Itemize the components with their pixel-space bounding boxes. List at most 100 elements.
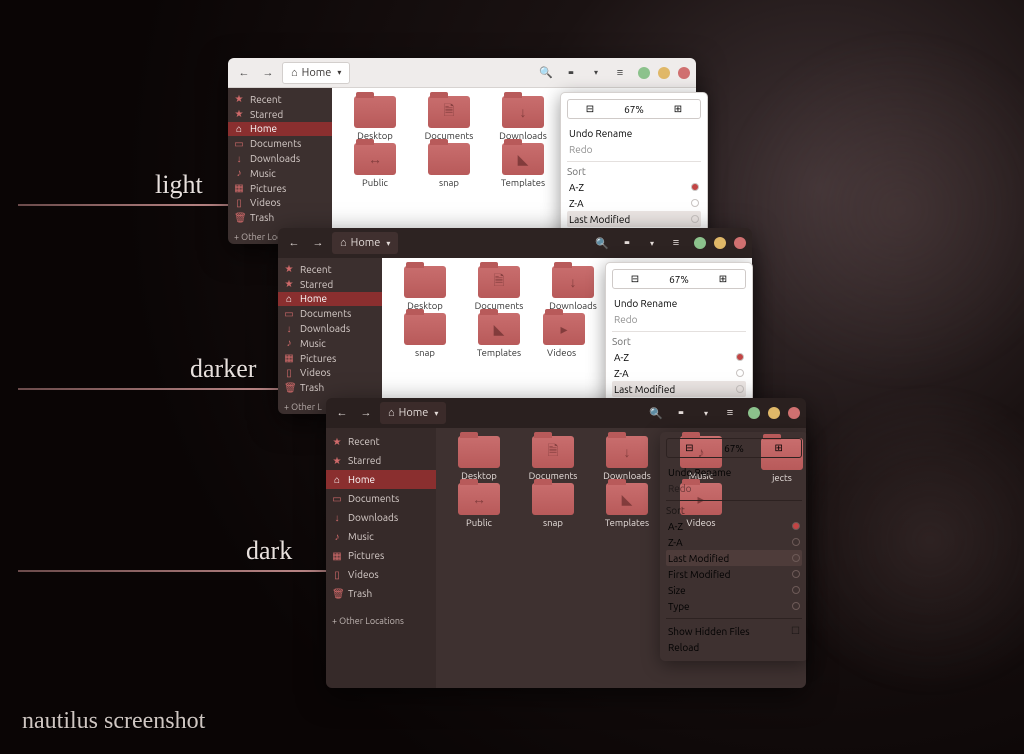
menu-undo-rename[interactable]: Undo Rename	[666, 464, 802, 480]
back-button[interactable]: ←	[284, 233, 304, 253]
sidebar-item-documents[interactable]: ▭Documents	[228, 136, 332, 151]
sidebar-item-downloads[interactable]: ↓Downloads	[326, 508, 436, 527]
hamburger-menu[interactable]: ≡	[610, 63, 630, 83]
sidebar-other-locations[interactable]: + Other Locations	[326, 611, 436, 630]
sidebar-item-recent[interactable]: ★Recent	[326, 432, 436, 451]
menu-undo-rename[interactable]: Undo Rename	[567, 125, 701, 141]
sort-za[interactable]: Z-A	[567, 195, 701, 211]
window-control-close[interactable]	[734, 237, 746, 249]
sort-size[interactable]: Size	[666, 582, 802, 598]
path-home-chip[interactable]: ⌂ Home ▾	[282, 62, 350, 84]
sort-last-modified[interactable]: Last Modified	[567, 211, 701, 227]
forward-button[interactable]: →	[308, 233, 328, 253]
zoom-in-button[interactable]: ⊞	[756, 442, 801, 454]
folder-downloads[interactable]: ↓Downloads	[540, 266, 606, 311]
back-button[interactable]: ←	[332, 403, 352, 423]
sidebar-item-pictures[interactable]: ▦Pictures	[326, 546, 436, 565]
zoom-in-button[interactable]: ⊞	[656, 103, 700, 115]
view-dropdown[interactable]: ▾	[696, 403, 716, 423]
sidebar-item-recent[interactable]: ★Recent	[278, 262, 382, 277]
sidebar-item-videos[interactable]: ▯Videos	[278, 366, 382, 381]
sort-az[interactable]: A-Z	[666, 518, 802, 534]
sidebar-item-starred[interactable]: ★Starred	[326, 451, 436, 470]
sidebar-item-trash[interactable]: 🗑Trash	[278, 380, 382, 395]
zoom-in-button[interactable]: ⊞	[701, 273, 745, 285]
menu-reload[interactable]: Reload	[666, 639, 802, 655]
folder-desktop[interactable]: Desktop	[446, 436, 512, 481]
menu-redo[interactable]: Redo	[666, 480, 802, 496]
sidebar-item-music[interactable]: ♪Music	[278, 336, 382, 351]
folder-desktop[interactable]: Desktop	[342, 96, 408, 141]
folder-desktop[interactable]: Desktop	[392, 266, 458, 311]
sidebar-item-home[interactable]: ⌂Home	[228, 122, 332, 137]
window-control-max[interactable]	[714, 237, 726, 249]
window-control-min[interactable]	[638, 67, 650, 79]
forward-button[interactable]: →	[356, 403, 376, 423]
window-control-min[interactable]	[694, 237, 706, 249]
sidebar-item-trash[interactable]: 🗑Trash	[228, 210, 332, 225]
window-control-min[interactable]	[748, 407, 760, 419]
menu-show-hidden[interactable]: Show Hidden Files☐	[666, 623, 802, 639]
hamburger-menu[interactable]: ≡	[666, 233, 686, 253]
sort-az[interactable]: A-Z	[612, 349, 746, 365]
folder-templates[interactable]: ◣Templates	[490, 143, 556, 188]
path-home-chip[interactable]: ⌂ Home ▾	[332, 232, 398, 254]
view-dropdown[interactable]: ▾	[586, 63, 606, 83]
sidebar-item-documents[interactable]: ▭Documents	[326, 489, 436, 508]
hamburger-menu[interactable]: ≡	[720, 403, 740, 423]
zoom-out-button[interactable]: ⊟	[667, 442, 712, 454]
menu-redo[interactable]: Redo	[612, 311, 746, 327]
sidebar-item-music[interactable]: ♪Music	[326, 527, 436, 546]
window-control-max[interactable]	[768, 407, 780, 419]
sort-last-modified[interactable]: Last Modified	[612, 381, 746, 397]
folder-documents[interactable]: 🗎Documents	[466, 266, 532, 311]
sidebar-item-home[interactable]: ⌂Home	[278, 292, 382, 307]
sidebar-item-music[interactable]: ♪Music	[228, 166, 332, 181]
window-control-max[interactable]	[658, 67, 670, 79]
sort-za[interactable]: Z-A	[666, 534, 802, 550]
folder-videos[interactable]: ▸Videos	[540, 313, 588, 358]
menu-redo[interactable]: Redo	[567, 141, 701, 157]
window-control-close[interactable]	[678, 67, 690, 79]
forward-button[interactable]: →	[258, 63, 278, 83]
folder-templates[interactable]: ◣Templates	[594, 483, 660, 528]
sidebar-item-pictures[interactable]: ▦Pictures	[228, 181, 332, 196]
sidebar-item-documents[interactable]: ▭Documents	[278, 306, 382, 321]
sidebar-item-home[interactable]: ⌂Home	[326, 470, 436, 489]
sort-first-modified[interactable]: First Modified	[666, 566, 802, 582]
folder-downloads[interactable]: ↓Downloads	[594, 436, 660, 481]
view-grid-button[interactable]: ▪▪	[670, 403, 690, 423]
folder-snap[interactable]: snap	[392, 313, 458, 358]
sort-last-modified[interactable]: Last Modified	[666, 550, 802, 566]
menu-undo-rename[interactable]: Undo Rename	[612, 295, 746, 311]
folder-documents[interactable]: 🗎Documents	[416, 96, 482, 141]
zoom-out-button[interactable]: ⊟	[568, 103, 612, 115]
search-button[interactable]: 🔍	[536, 63, 556, 83]
path-home-chip[interactable]: ⌂ Home ▾	[380, 402, 446, 424]
sidebar-item-videos[interactable]: ▯Videos	[228, 196, 332, 211]
search-button[interactable]: 🔍	[592, 233, 612, 253]
folder-snap[interactable]: snap	[520, 483, 586, 528]
sort-type[interactable]: Type	[666, 598, 802, 614]
sort-az[interactable]: A-Z	[567, 179, 701, 195]
sidebar-item-downloads[interactable]: ↓Downloads	[228, 151, 332, 166]
sidebar-item-trash[interactable]: 🗑Trash	[326, 584, 436, 603]
sidebar-item-starred[interactable]: ★Starred	[228, 107, 332, 122]
sort-za[interactable]: Z-A	[612, 365, 746, 381]
sidebar-item-videos[interactable]: ▯Videos	[326, 565, 436, 584]
folder-downloads[interactable]: ↓Downloads	[490, 96, 556, 141]
zoom-out-button[interactable]: ⊟	[613, 273, 657, 285]
sidebar-item-starred[interactable]: ★Starred	[278, 277, 382, 292]
folder-templates[interactable]: ◣Templates	[466, 313, 532, 358]
back-button[interactable]: ←	[234, 63, 254, 83]
sidebar-item-recent[interactable]: ★Recent	[228, 92, 332, 107]
sidebar-item-pictures[interactable]: ▦Pictures	[278, 351, 382, 366]
folder-public[interactable]: ↔Public	[342, 143, 408, 188]
sidebar-item-downloads[interactable]: ↓Downloads	[278, 321, 382, 336]
view-grid-button[interactable]: ▪▪	[560, 63, 580, 83]
folder-public[interactable]: ↔Public	[446, 483, 512, 528]
folder-snap[interactable]: snap	[416, 143, 482, 188]
window-control-close[interactable]	[788, 407, 800, 419]
view-grid-button[interactable]: ▪▪	[616, 233, 636, 253]
search-button[interactable]: 🔍	[646, 403, 666, 423]
